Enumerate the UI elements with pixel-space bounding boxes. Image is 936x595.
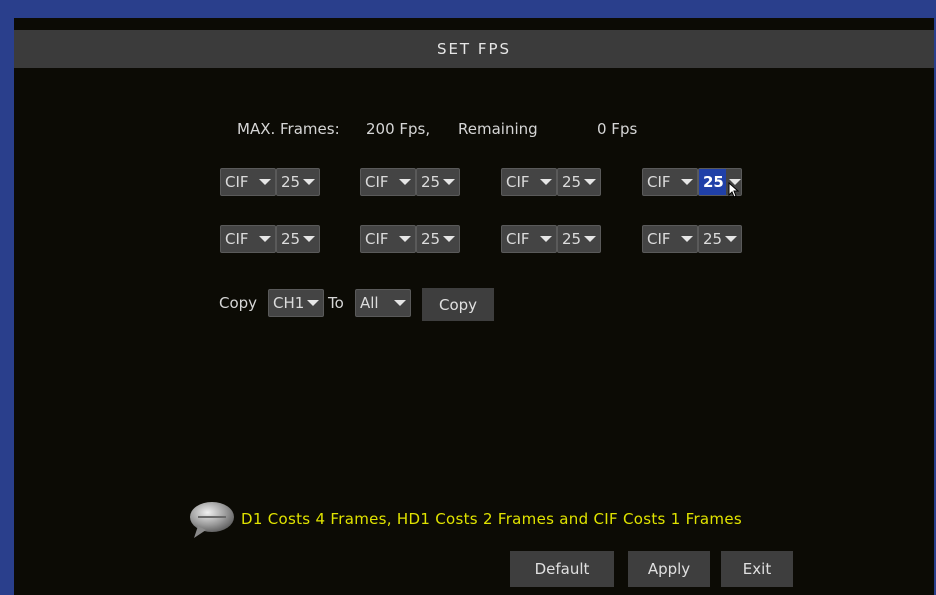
mouse-cursor-icon [728,182,740,198]
ch8-resolution-select[interactable]: CIF [642,225,698,253]
copy-button[interactable]: Copy [422,288,494,321]
ch5-fps-select[interactable]: 25 [276,225,320,253]
copy-to-label: To [328,294,344,312]
max-frames-value: 200 Fps, [366,120,431,138]
dropdown-arrow-icon [443,179,455,185]
apply-button[interactable]: Apply [628,551,710,587]
ch6-fps-select[interactable]: 25 [416,225,460,253]
frame-cost-note: D1 Costs 4 Frames, HD1 Costs 2 Frames an… [241,510,742,528]
copy-to-select[interactable]: All [355,289,411,317]
dropdown-arrow-icon [725,236,737,242]
dropdown-arrow-icon [303,179,315,185]
max-frames-label: MAX. Frames: [237,120,340,138]
dropdown-arrow-icon [394,300,406,306]
dropdown-arrow-icon [681,179,693,185]
dropdown-arrow-icon [399,179,411,185]
dropdown-arrow-icon [303,236,315,242]
ch1-resolution-select[interactable]: CIF [220,168,276,196]
remaining-value: 0 Fps [597,120,638,138]
ch4-resolution-select[interactable]: CIF [642,168,698,196]
dropdown-arrow-icon [584,179,596,185]
remaining-label: Remaining [458,120,538,138]
ch6-resolution-select[interactable]: CIF [360,225,416,253]
copy-from-select[interactable]: CH1 [268,289,324,317]
dropdown-arrow-icon [259,236,271,242]
ch5-resolution-select[interactable]: CIF [220,225,276,253]
copy-label: Copy [219,294,258,312]
dropdown-arrow-icon [584,236,596,242]
dropdown-arrow-icon [399,236,411,242]
ch7-fps-select[interactable]: 25 [557,225,601,253]
default-button[interactable]: Default [510,551,614,587]
dropdown-arrow-icon [259,179,271,185]
dropdown-arrow-icon [540,236,552,242]
dialog-title: SET FPS [14,30,934,68]
ch8-fps-select[interactable]: 25 [698,225,742,253]
speech-bubble-icon [190,502,234,538]
set-fps-dialog: SET FPS MAX. Frames: 200 Fps, Remaining … [14,18,934,595]
exit-button[interactable]: Exit [721,551,793,587]
dropdown-arrow-icon [443,236,455,242]
ch2-fps-select[interactable]: 25 [416,168,460,196]
ch2-resolution-select[interactable]: CIF [360,168,416,196]
dropdown-arrow-icon [681,236,693,242]
ch7-resolution-select[interactable]: CIF [501,225,557,253]
ch1-fps-select[interactable]: 25 [276,168,320,196]
dropdown-arrow-icon [307,300,319,306]
dropdown-arrow-icon [540,179,552,185]
ch3-resolution-select[interactable]: CIF [501,168,557,196]
ch3-fps-select[interactable]: 25 [557,168,601,196]
